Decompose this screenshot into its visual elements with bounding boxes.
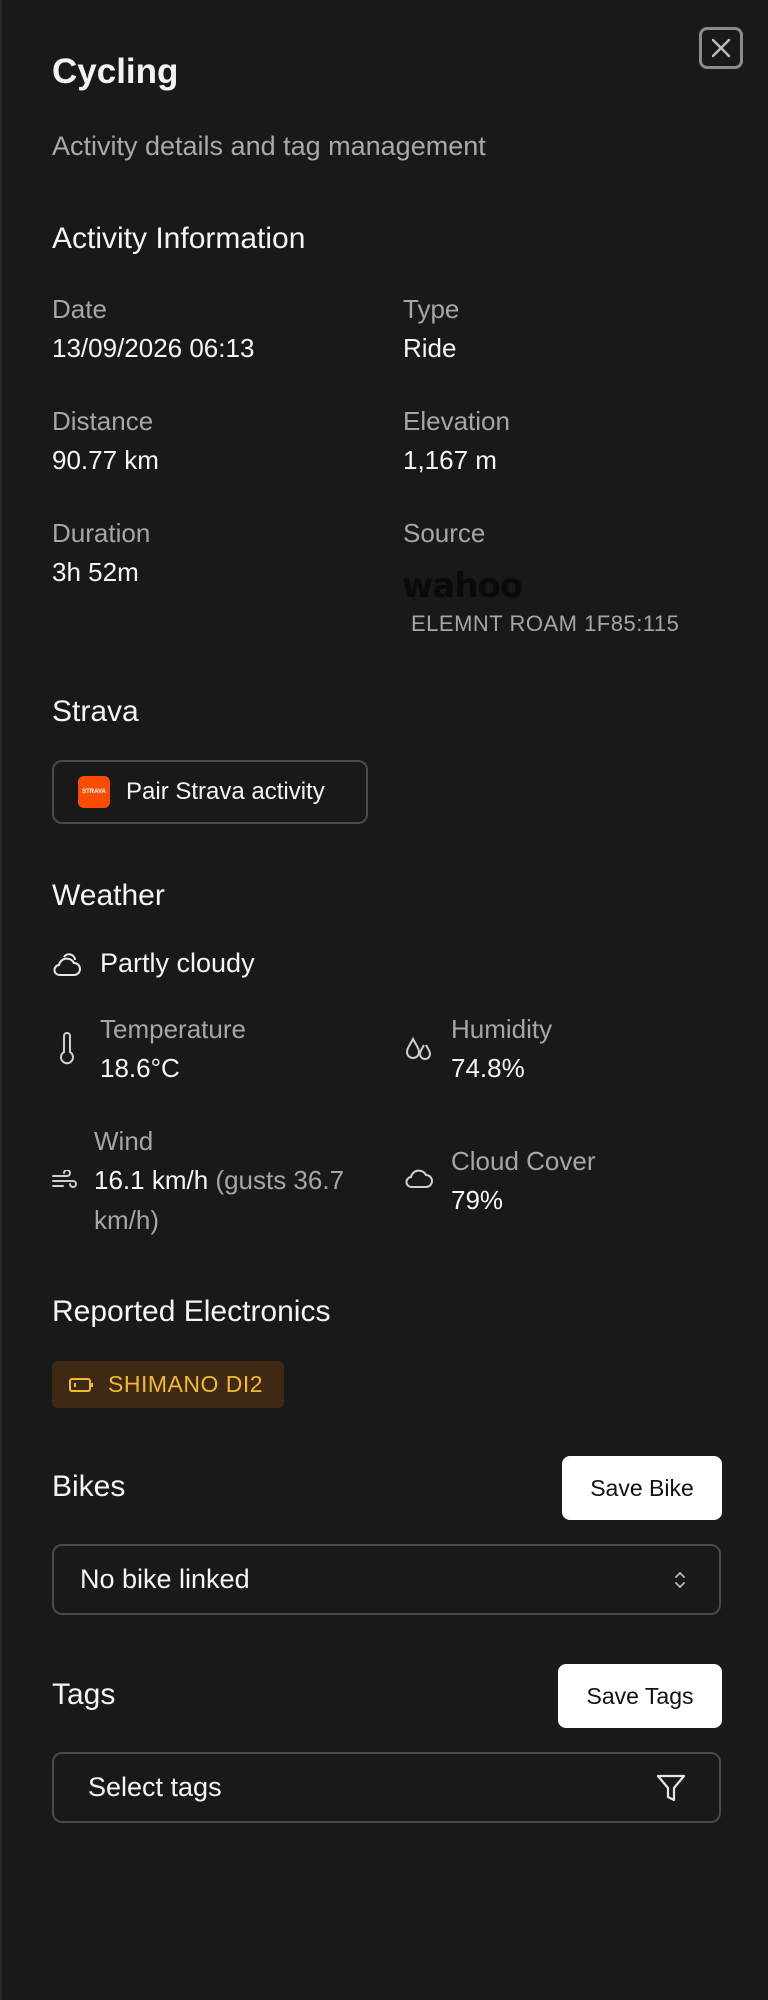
electronics-badge: SHIMANO DI2 (52, 1361, 284, 1408)
bikes-heading: Bikes (52, 1470, 126, 1503)
thermometer-icon (60, 1032, 74, 1065)
humidity-icon (405, 1036, 432, 1060)
wind-label: Wind (94, 1126, 154, 1156)
type-label: Type (403, 294, 460, 324)
wind-gusts: (gusts 36.7 (215, 1165, 345, 1195)
save-tags-button[interactable]: Save Tags (558, 1664, 722, 1728)
bike-select-value: No bike linked (80, 1564, 250, 1594)
electronics-heading: Reported Electronics (52, 1295, 331, 1328)
source-label: Source (403, 518, 486, 548)
strava-logo-icon: STRAVA (78, 776, 110, 808)
duration-label: Duration (52, 518, 151, 548)
humidity-label: Humidity (451, 1014, 553, 1044)
distance-value: 90.77 km (52, 445, 159, 475)
tags-select[interactable]: Select tags (52, 1752, 721, 1823)
source-device: ELEMNT ROAM 1F85:115 (411, 611, 680, 636)
page-title: Cycling (52, 52, 179, 91)
pair-strava-label: Pair Strava activity (126, 778, 325, 805)
date-label: Date (52, 294, 107, 324)
temperature-label: Temperature (100, 1014, 246, 1044)
cloud-cover-value: 79% (451, 1185, 504, 1215)
weather-condition: Partly cloudy (100, 948, 255, 978)
close-button[interactable] (699, 27, 743, 69)
elevation-value: 1,167 m (403, 445, 497, 475)
close-icon (711, 38, 731, 58)
date-value: 13/09/2026 06:13 (52, 333, 255, 363)
duration-value: 3h 52m (52, 557, 139, 587)
cloud-icon (405, 1169, 433, 1188)
pair-strava-button[interactable]: STRAVA Pair Strava activity (52, 760, 368, 824)
wind-value: 16.1 km/h (94, 1165, 209, 1195)
electronics-badge-label: SHIMANO DI2 (108, 1371, 264, 1397)
elevation-label: Elevation (403, 406, 510, 436)
temperature-value: 18.6°C (100, 1053, 180, 1083)
save-bike-button[interactable]: Save Bike (562, 1456, 722, 1520)
battery-icon (69, 1377, 93, 1392)
activity-detail-panel: Cycling Activity details and tag managem… (0, 0, 768, 2000)
wind-gusts-unit: km/h) (94, 1205, 159, 1235)
activity-info-heading: Activity Information (52, 222, 306, 255)
tags-heading: Tags (52, 1678, 116, 1711)
bike-select[interactable]: No bike linked (52, 1544, 721, 1615)
filter-icon (656, 1774, 686, 1801)
page-subtitle: Activity details and tag management (52, 131, 486, 161)
chevron-up-down-icon (675, 1571, 685, 1588)
strava-heading: Strava (52, 695, 139, 728)
humidity-value: 74.8% (451, 1053, 525, 1083)
wind-icon (52, 1170, 77, 1188)
cloud-cover-label: Cloud Cover (451, 1146, 596, 1176)
wind-value-line: 16.1 km/h (gusts 36.7 (94, 1165, 344, 1196)
distance-label: Distance (52, 406, 154, 436)
tags-select-placeholder: Select tags (88, 1772, 222, 1802)
partly-cloudy-icon (53, 953, 81, 976)
type-value: Ride (403, 333, 457, 363)
weather-heading: Weather (52, 879, 165, 912)
wahoo-logo: wahoo (402, 566, 523, 606)
